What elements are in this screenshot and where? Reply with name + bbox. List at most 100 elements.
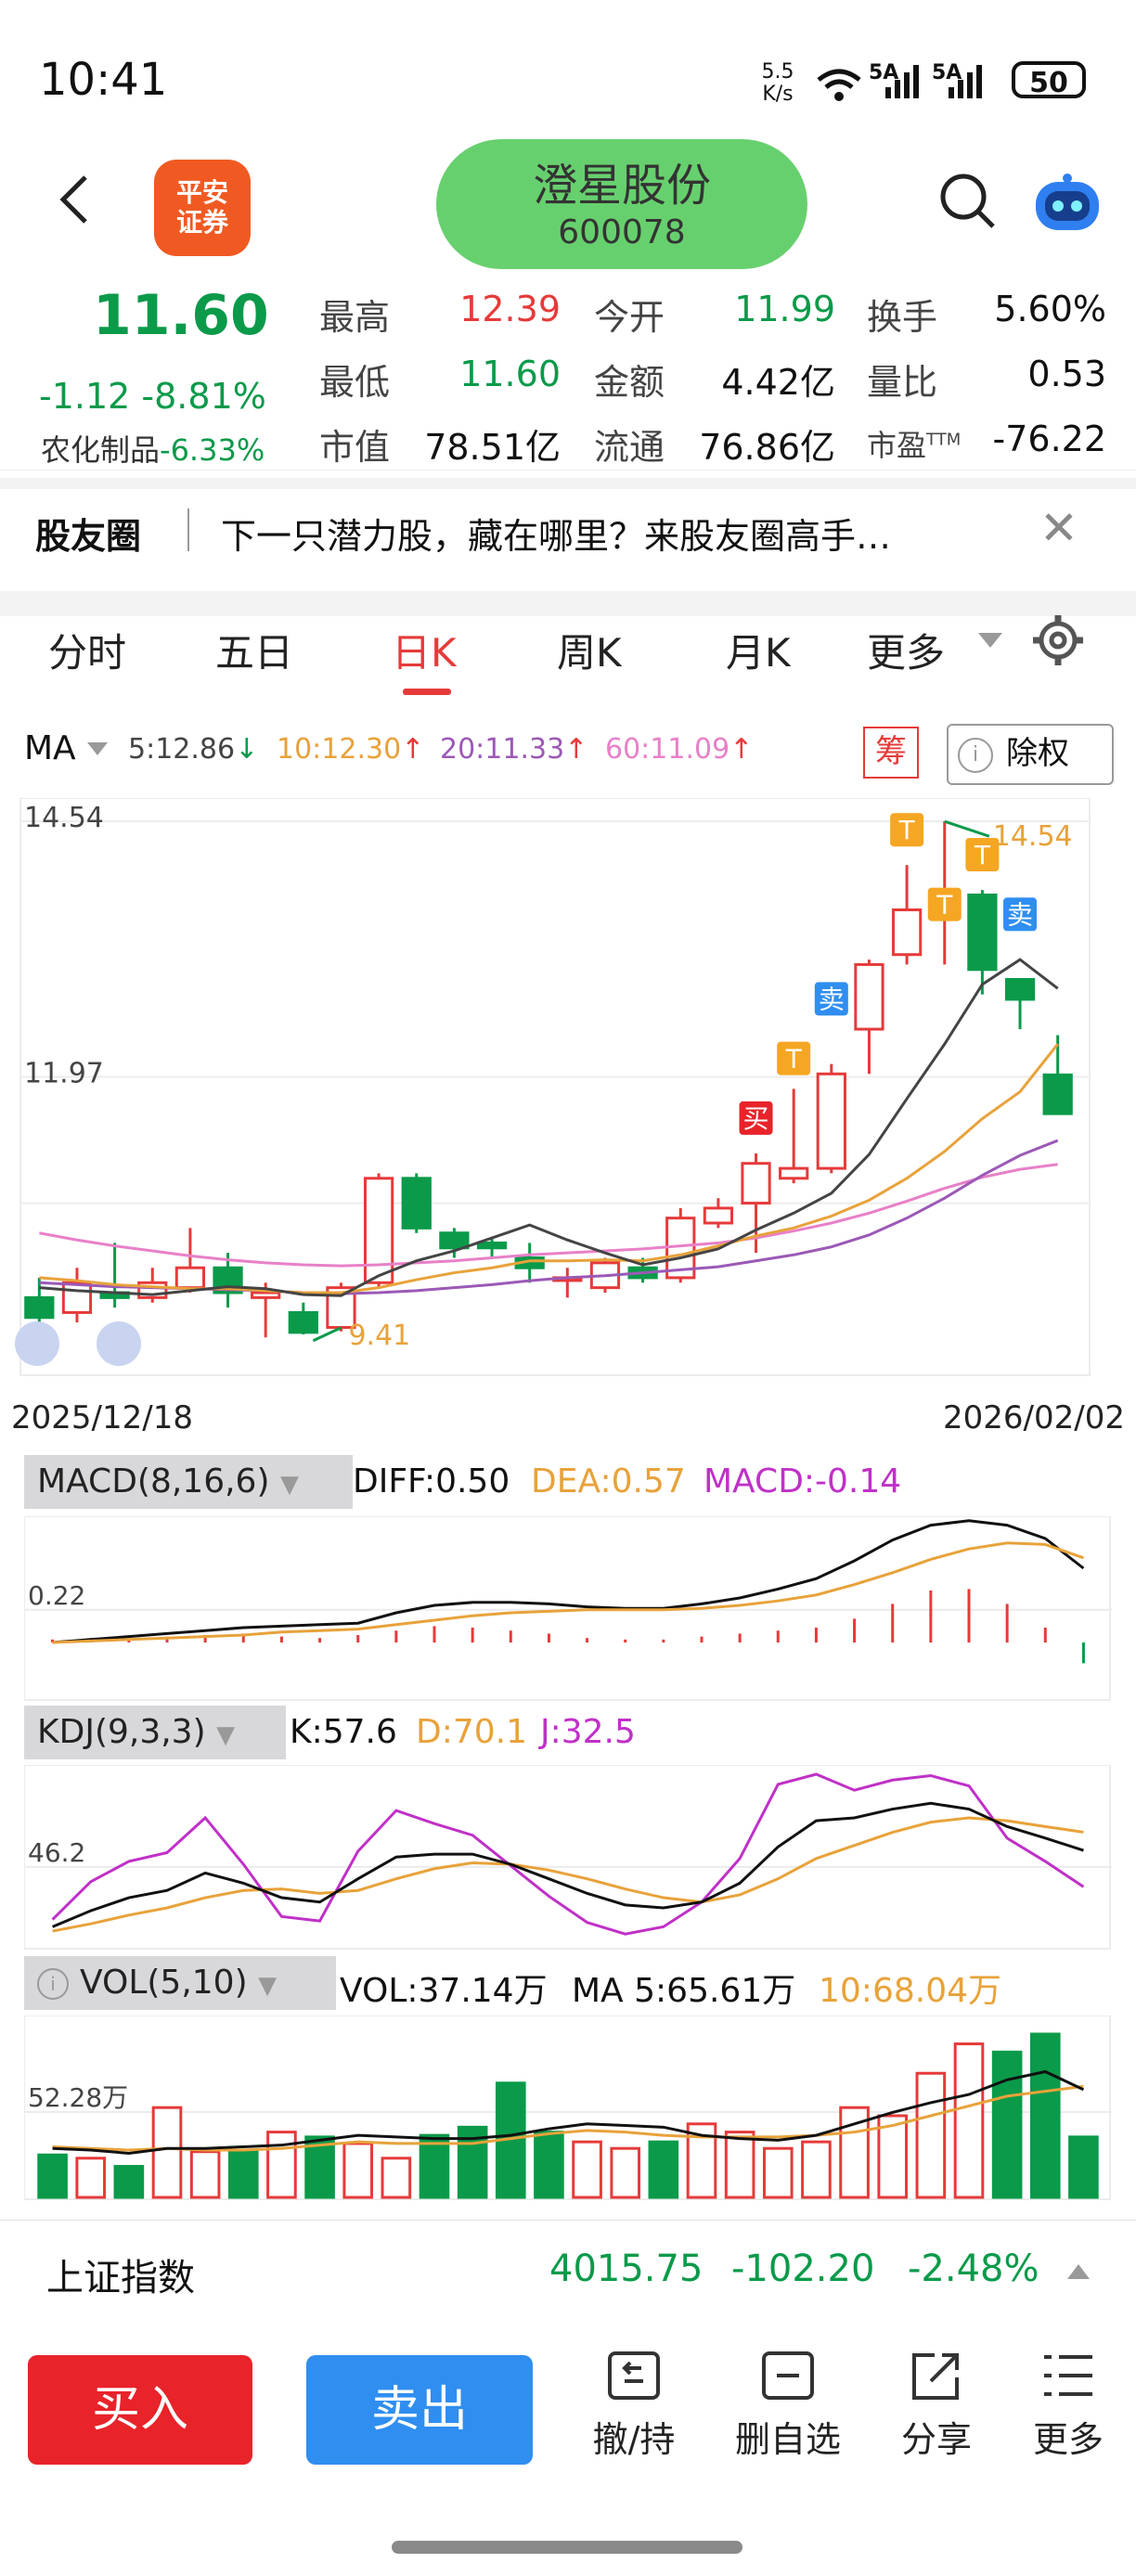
change-value: -1.12 bbox=[39, 376, 131, 417]
search-icon[interactable] bbox=[937, 171, 997, 230]
ma-label[interactable]: MA bbox=[24, 729, 76, 767]
volume-bar bbox=[572, 2140, 602, 2199]
candle bbox=[779, 1166, 809, 1180]
kdj-y-label: 46.2 bbox=[28, 1837, 85, 1868]
last-price: 11.60 bbox=[93, 283, 269, 348]
volume-ratio-value: 0.53 bbox=[1027, 354, 1106, 394]
candle bbox=[439, 1231, 470, 1250]
sell-button[interactable]: 卖出 bbox=[306, 2355, 533, 2465]
ma-dropdown-icon[interactable] bbox=[87, 742, 108, 757]
index-change: -102.20 bbox=[731, 2248, 875, 2290]
kline-chart[interactable]: 14.5411.9714.549.41买T卖TTT卖 bbox=[9, 798, 1127, 1392]
battery-icon: 50 bbox=[1012, 61, 1086, 99]
mcap-label: 市值 bbox=[319, 427, 391, 468]
vol-frame bbox=[24, 2016, 1111, 2200]
vol-selector[interactable]: i VOL(5,10) ▼ bbox=[24, 1956, 336, 2010]
amount-value: 4.42亿 bbox=[721, 362, 835, 403]
share-label: 分享 bbox=[900, 2419, 972, 2460]
j-line bbox=[51, 1772, 1085, 1936]
candle bbox=[816, 1072, 846, 1170]
gear-icon[interactable] bbox=[1030, 612, 1086, 668]
share-button[interactable]: 分享 bbox=[876, 2348, 997, 2462]
more-button[interactable]: 更多 bbox=[1008, 2348, 1129, 2462]
ma20-value: 20:11.33↑ bbox=[440, 733, 587, 766]
ex-rights-toggle[interactable]: i 除权 bbox=[947, 724, 1114, 785]
float-value: 76.86亿 bbox=[699, 427, 835, 468]
tab-weekly-k[interactable]: 周K bbox=[557, 622, 622, 678]
tab-timeshare[interactable]: 分时 bbox=[48, 622, 126, 678]
volume-bar bbox=[1068, 2135, 1099, 2199]
chevron-down-icon[interactable] bbox=[978, 633, 1002, 650]
kdj-chart[interactable]: 46.2 bbox=[24, 1765, 1112, 1951]
kdj-d: D:70.1 bbox=[416, 1713, 528, 1751]
remove-favorite-label: 删自选 bbox=[734, 2419, 841, 2460]
index-pct: -2.48% bbox=[908, 2248, 1039, 2290]
candle bbox=[1004, 978, 1036, 1001]
macd-title: MACD(8,16,6) bbox=[37, 1462, 270, 1501]
net-speed: 5.5 K/s bbox=[761, 60, 794, 106]
banner-divider bbox=[187, 509, 189, 551]
info-icon: i bbox=[37, 1968, 69, 2000]
back-icon[interactable] bbox=[56, 172, 93, 227]
vol-ma10: 10:68.04万 bbox=[819, 1972, 1001, 2010]
pe-label: 市盈TTM bbox=[867, 422, 961, 465]
date-start: 2025/12/18 bbox=[11, 1399, 193, 1436]
revoke-label: 撤/持 bbox=[592, 2419, 676, 2460]
close-icon[interactable]: ✕ bbox=[1039, 501, 1078, 555]
tab-more[interactable]: 更多 bbox=[867, 622, 945, 678]
vol-title: VOL(5,10) bbox=[80, 1964, 248, 2002]
candle bbox=[251, 1291, 281, 1299]
index-value: 4015.75 bbox=[549, 2248, 704, 2290]
low-value: 11.60 bbox=[459, 354, 561, 394]
ma10-arrow-icon: ↑ bbox=[401, 733, 425, 766]
tab-monthly-k[interactable]: 月K bbox=[726, 622, 791, 678]
volume-bar bbox=[724, 2131, 755, 2199]
macd-chart[interactable]: 0.22 bbox=[24, 1516, 1112, 1702]
ma60-value: 60:11.09↑ bbox=[605, 733, 753, 766]
signal-icon-1 bbox=[885, 65, 919, 98]
volume-bar bbox=[534, 2131, 564, 2199]
pe-value: -76.22 bbox=[992, 419, 1107, 459]
banner-text[interactable]: 下一只潜力股，藏在哪里？来股友圈高手… bbox=[221, 508, 982, 559]
ma20-arrow-icon: ↑ bbox=[564, 733, 588, 766]
remove-favorite-button[interactable]: 删自选 bbox=[728, 2348, 848, 2462]
broker-logo: 平安 证券 bbox=[154, 160, 251, 256]
macd-selector[interactable]: MACD(8,16,6) ▼ bbox=[24, 1455, 353, 1509]
volume-bar bbox=[801, 2140, 832, 2199]
info-icon: i bbox=[958, 737, 993, 773]
buy-button[interactable]: 买入 bbox=[28, 2355, 252, 2465]
tab-five-day[interactable]: 五日 bbox=[215, 622, 293, 678]
candle bbox=[476, 1241, 508, 1250]
y-label-mid: 11.97 bbox=[24, 1058, 104, 1090]
kdj-k: K:57.6 bbox=[290, 1713, 397, 1751]
ma5-value: 5:12.86↓ bbox=[128, 733, 258, 766]
open-label: 今开 bbox=[594, 297, 665, 338]
tab-daily-k[interactable]: 日K bbox=[392, 622, 457, 678]
vol-value: VOL:37.14万 bbox=[340, 1972, 548, 2010]
candle bbox=[854, 962, 884, 1031]
revoke-hold-button[interactable]: 撤/持 bbox=[574, 2348, 694, 2462]
macd-frame bbox=[24, 1516, 1111, 1701]
remove-icon bbox=[762, 2351, 814, 2400]
stock-code: 600078 bbox=[558, 213, 686, 251]
volume-bar bbox=[381, 2157, 412, 2199]
volume-bar bbox=[266, 2131, 297, 2199]
candle bbox=[24, 1295, 55, 1320]
more-label: 更多 bbox=[1032, 2419, 1104, 2460]
mcap-value: 78.51亿 bbox=[424, 427, 561, 468]
sector[interactable]: 农化制品-6.33% bbox=[41, 427, 265, 470]
high-value: 12.39 bbox=[459, 289, 561, 329]
volume-bar bbox=[1029, 2032, 1061, 2199]
t-marker: T bbox=[785, 1044, 803, 1075]
kdj-frame bbox=[24, 1765, 1111, 1950]
kdj-selector[interactable]: KDJ(9,3,3) ▼ bbox=[24, 1706, 286, 1759]
active-tab-indicator bbox=[403, 689, 451, 695]
chip-distribution-button[interactable]: 筹 bbox=[863, 727, 919, 779]
open-value: 11.99 bbox=[734, 289, 835, 329]
volume-chart[interactable]: 52.28万 bbox=[24, 2016, 1112, 2201]
macd-value: MACD:-0.14 bbox=[704, 1462, 902, 1501]
volume-bar bbox=[151, 2106, 183, 2199]
chevron-up-icon[interactable] bbox=[1067, 2264, 1090, 2281]
home-indicator[interactable] bbox=[392, 2541, 742, 2554]
assistant-robot-icon[interactable] bbox=[1032, 173, 1103, 236]
